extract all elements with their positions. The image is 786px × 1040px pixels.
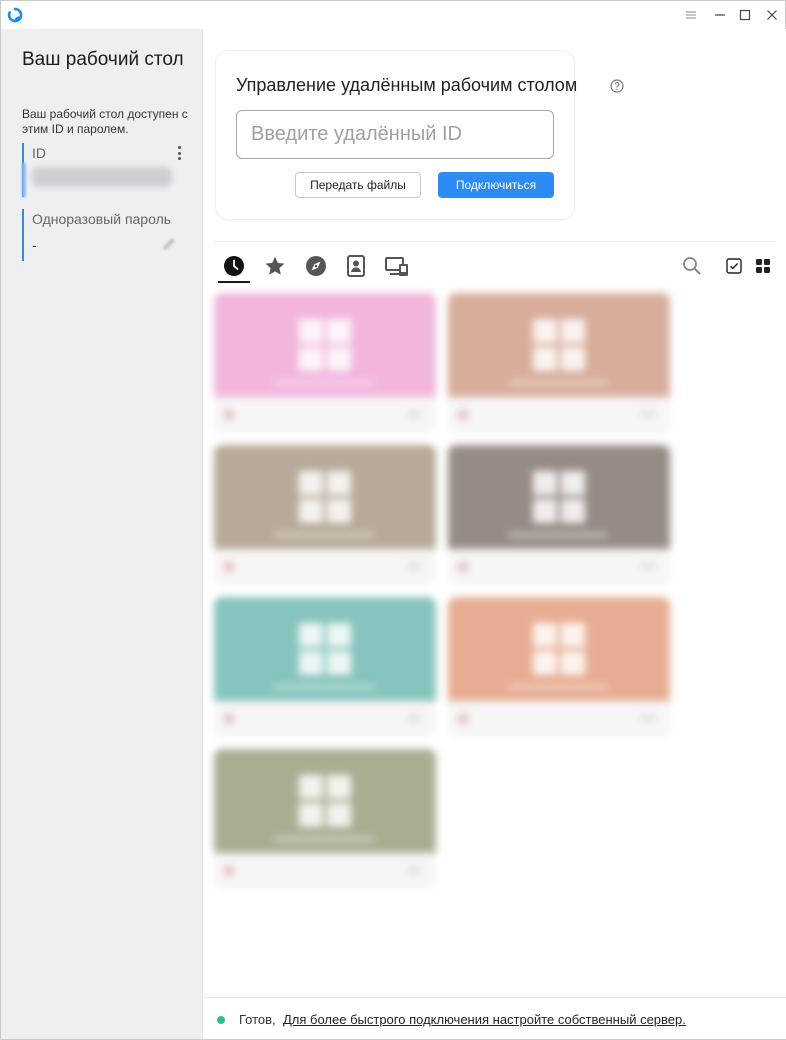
peer-card[interactable] <box>448 445 670 585</box>
peer-footer <box>214 853 436 889</box>
peer-thumbnail <box>214 445 436 549</box>
send-files-button[interactable]: Передать файлы <box>295 172 421 198</box>
remote-id-input[interactable] <box>236 110 554 159</box>
peer-footer <box>448 701 670 737</box>
section-divider <box>214 241 776 242</box>
status-bar: Готов, Для более быстрого подключения на… <box>204 997 786 1039</box>
tab-address-book[interactable] <box>340 251 372 281</box>
peer-status-dot <box>224 714 234 724</box>
peer-card[interactable] <box>214 293 436 433</box>
tab-group[interactable] <box>381 251 413 281</box>
tab-recent[interactable] <box>218 251 250 283</box>
peer-footer <box>214 701 436 737</box>
peer-thumbnail-caption <box>274 381 374 385</box>
peer-thumbnail <box>448 293 670 397</box>
peer-status-dot <box>224 562 234 572</box>
main-panel: Управление удалённым рабочим столом Пере… <box>204 29 786 1039</box>
app-logo-icon <box>7 7 23 23</box>
id-focus-bar <box>22 163 26 197</box>
peer-card[interactable] <box>214 597 436 737</box>
windows-logo-icon <box>299 471 351 523</box>
windows-logo-icon <box>299 623 351 675</box>
sidebar-title: Ваш рабочий стол <box>22 49 184 70</box>
peer-thumbnail-caption <box>508 685 608 689</box>
status-text: Готов, <box>239 1012 276 1027</box>
peer-thumbnail-caption <box>274 685 374 689</box>
peer-card[interactable] <box>448 597 670 737</box>
select-mode-icon[interactable] <box>718 251 750 281</box>
grid-view-icon[interactable] <box>747 251 779 281</box>
peer-card[interactable] <box>214 749 436 889</box>
help-icon[interactable] <box>610 79 624 93</box>
server-setup-link[interactable]: Для более быстрого подключения настройте… <box>283 1012 686 1027</box>
search-icon[interactable] <box>676 251 708 281</box>
compass-icon <box>306 256 326 276</box>
peer-status-dot <box>458 410 468 420</box>
peer-thumbnail-caption <box>274 533 374 537</box>
peer-thumbnail <box>448 597 670 701</box>
windows-logo-icon <box>299 319 351 371</box>
peer-more-icon[interactable] <box>406 867 422 873</box>
peer-more-icon[interactable] <box>640 411 656 417</box>
clock-icon <box>224 256 244 276</box>
star-icon <box>265 256 285 275</box>
peer-thumbnail <box>214 293 436 397</box>
password-label: Одноразовый пароль <box>32 211 172 227</box>
maximize-icon[interactable] <box>734 5 756 25</box>
peer-thumbnail-caption <box>274 837 374 841</box>
peer-footer <box>448 397 670 433</box>
app-window: Ваш рабочий стол Ваш рабочий стол доступ… <box>0 0 786 1040</box>
password-section: Одноразовый пароль - <box>22 209 190 261</box>
peer-card[interactable] <box>448 293 670 433</box>
peer-more-icon[interactable] <box>406 411 422 417</box>
peer-thumbnail <box>214 749 436 853</box>
tab-favorites[interactable] <box>259 251 291 281</box>
sidebar: Ваш рабочий стол Ваш рабочий стол доступ… <box>1 29 203 1039</box>
windows-logo-icon <box>299 775 351 827</box>
peer-thumbnail-caption <box>508 381 608 385</box>
peer-thumbnail-caption <box>508 533 608 537</box>
windows-logo-icon <box>533 319 585 371</box>
tab-discovered[interactable] <box>300 251 332 281</box>
peer-status-dot <box>458 714 468 724</box>
status-indicator <box>217 1016 225 1024</box>
address-book-icon <box>347 255 365 277</box>
menu-icon[interactable] <box>680 5 702 25</box>
id-value-blurred <box>32 167 172 187</box>
minimize-icon[interactable] <box>709 5 731 25</box>
peer-thumbnail <box>214 597 436 701</box>
id-label: ID <box>32 145 46 161</box>
close-icon[interactable] <box>761 5 783 25</box>
connect-button[interactable]: Подключиться <box>438 172 554 198</box>
sidebar-description: Ваш рабочий стол доступен с этим ID и па… <box>22 107 188 136</box>
remote-control-title: Управление удалённым рабочим столом <box>236 75 578 95</box>
peer-card[interactable] <box>214 445 436 585</box>
windows-logo-icon <box>533 471 585 523</box>
group-icon <box>385 257 408 276</box>
peer-footer <box>214 397 436 433</box>
peer-more-icon[interactable] <box>640 563 656 569</box>
edit-pencil-icon[interactable] <box>160 235 178 253</box>
id-section: ID <box>22 143 190 197</box>
windows-logo-icon <box>533 623 585 675</box>
peer-more-icon[interactable] <box>406 715 422 721</box>
remote-control-card: Управление удалённым рабочим столом Пере… <box>216 51 624 219</box>
peer-footer <box>214 549 436 585</box>
peer-status-dot <box>224 410 234 420</box>
peer-more-icon[interactable] <box>406 563 422 569</box>
peer-tabs <box>218 251 786 285</box>
peer-status-dot <box>458 562 468 572</box>
peer-more-icon[interactable] <box>640 715 656 721</box>
peer-footer <box>448 549 670 585</box>
title-bar <box>1 1 785 29</box>
peer-thumbnail <box>448 445 670 549</box>
peer-status-dot <box>224 866 234 876</box>
more-options-icon[interactable] <box>174 145 184 161</box>
password-value: - <box>32 237 37 253</box>
